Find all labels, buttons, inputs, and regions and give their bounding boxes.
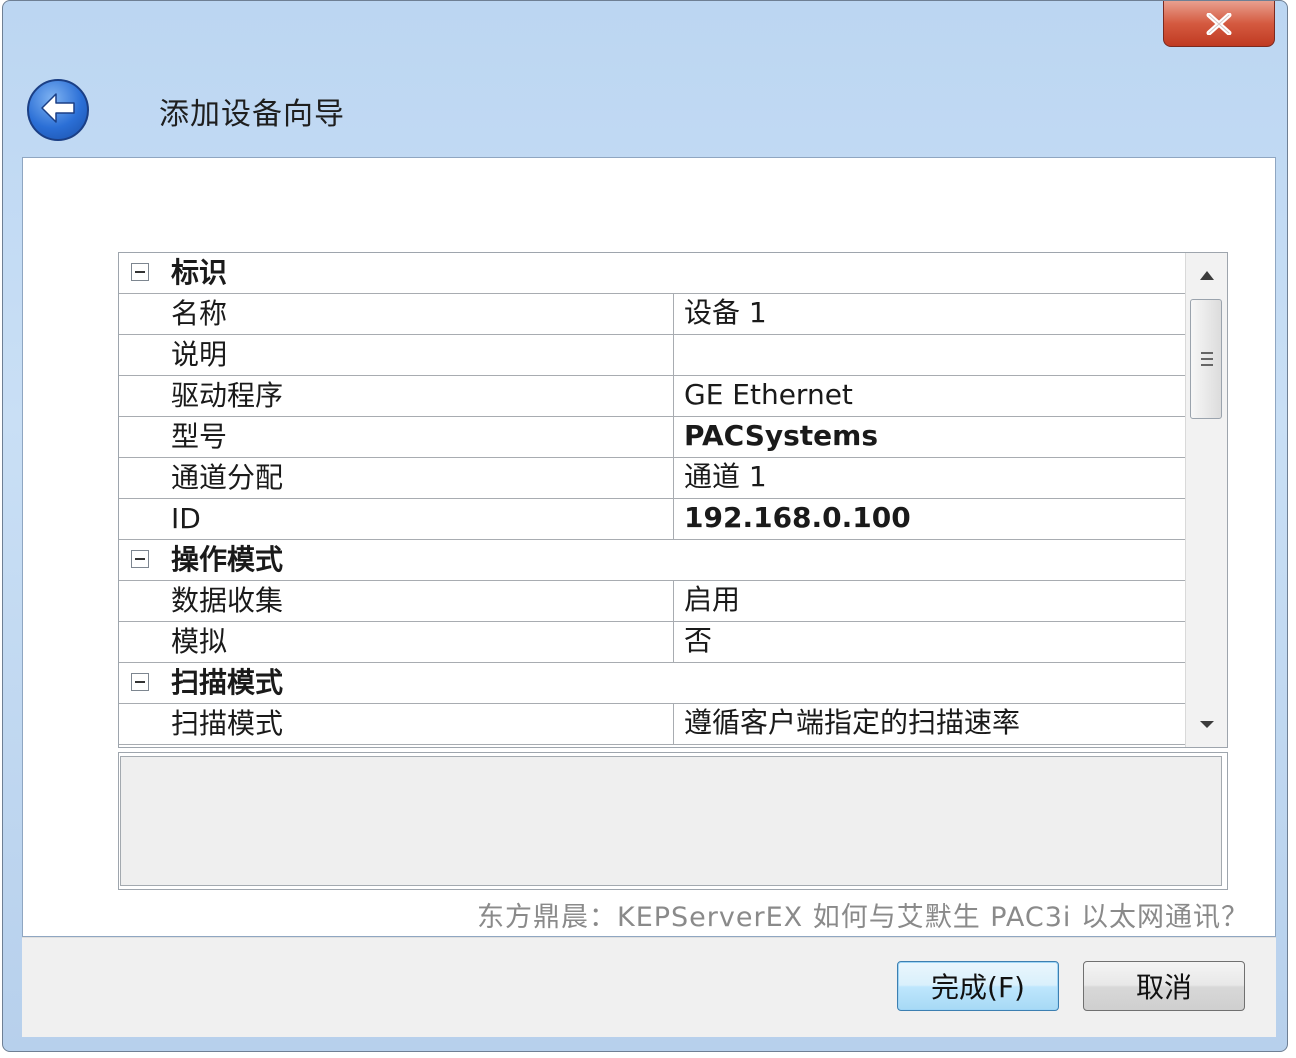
collapse-icon[interactable] — [131, 550, 149, 568]
collapse-icon[interactable] — [131, 263, 149, 281]
scroll-down-icon[interactable] — [1200, 721, 1214, 728]
grip-line — [1201, 358, 1213, 360]
property-grid-rows: 标识 名称 设备 1 说明 驱动程序 GE Ethernet 型号 PACSystems 通道分… — [119, 253, 1185, 747]
wizard-window: 添加设备向导 标识名称 设备 1 说明驱动程序 GE Ethernet 型号 PACSys… — [2, 0, 1288, 1052]
property-row[interactable]: 型号 PACSystems — [119, 417, 1185, 458]
cancel-button[interactable]: 取消 — [1083, 961, 1245, 1011]
grip-line — [1201, 352, 1213, 354]
property-name: 扫描模式 — [171, 707, 284, 740]
content-panel: 标识 名称 设备 1 说明 驱动程序 GE Ethernet 型号 PACSystems 通道分… — [22, 157, 1276, 937]
close-icon — [1206, 12, 1232, 35]
property-name: 通道分配 — [171, 461, 284, 494]
property-name: 名称 — [171, 297, 228, 330]
vertical-scrollbar[interactable] — [1185, 253, 1227, 747]
property-row[interactable]: 扫描模式 遵循客户端指定的扫描速率 — [119, 704, 1185, 745]
property-value[interactable]: 设备 1 — [673, 294, 1185, 334]
property-row[interactable]: 说明 — [119, 335, 1185, 376]
wizard-title: 添加设备向导 — [159, 97, 345, 132]
caption-text: 东方鼎晨：KEPServerEX 如何与艾默生 PAC3i 以太网通讯？ — [477, 902, 1249, 933]
property-row[interactable]: 通道分配 通道 1 — [119, 458, 1185, 499]
property-row[interactable]: 数据收集 启用 — [119, 581, 1185, 622]
property-row[interactable]: 模拟 否 — [119, 622, 1185, 663]
finish-button[interactable]: 完成(F) — [897, 961, 1059, 1011]
property-row[interactable]: ID 192.168.0.100 — [119, 499, 1185, 540]
property-name: 驱动程序 — [171, 379, 284, 412]
category-row[interactable]: 扫描模式 — [119, 663, 1185, 704]
scroll-thumb[interactable] — [1190, 299, 1222, 419]
category-label: 操作模式 — [171, 543, 284, 576]
category-label: 标识 — [171, 256, 228, 289]
property-grid: 标识 名称 设备 1 说明 驱动程序 GE Ethernet 型号 PACSystems 通道分… — [118, 252, 1228, 748]
category-row[interactable]: 操作模式 — [119, 540, 1185, 581]
property-value[interactable] — [673, 335, 1185, 375]
grip-line — [1201, 364, 1213, 366]
scroll-up-icon[interactable] — [1200, 271, 1214, 280]
property-value[interactable]: 通道 1 — [673, 458, 1185, 498]
collapse-icon[interactable] — [131, 673, 149, 691]
property-name: 说明 — [171, 338, 228, 371]
back-button[interactable] — [27, 79, 89, 141]
property-name: ID — [171, 502, 201, 535]
property-value[interactable]: 192.168.0.100 — [673, 499, 1185, 539]
property-value[interactable]: 遵循客户端指定的扫描速率 — [673, 704, 1185, 744]
property-value[interactable]: 否 — [673, 622, 1185, 662]
description-pane — [120, 756, 1222, 886]
property-value[interactable]: GE Ethernet — [673, 376, 1185, 416]
category-label: 扫描模式 — [171, 666, 284, 699]
back-arrow-icon — [38, 91, 78, 129]
property-name: 数据收集 — [171, 584, 284, 617]
property-name: 型号 — [171, 420, 228, 453]
property-row[interactable]: 名称 设备 1 — [119, 294, 1185, 335]
property-value[interactable]: PACSystems — [673, 417, 1185, 457]
property-row[interactable]: 驱动程序 GE Ethernet — [119, 376, 1185, 417]
close-button[interactable] — [1163, 1, 1275, 47]
property-value[interactable]: 启用 — [673, 581, 1185, 621]
category-row[interactable]: 标识 — [119, 253, 1185, 294]
property-name: 模拟 — [171, 625, 228, 658]
